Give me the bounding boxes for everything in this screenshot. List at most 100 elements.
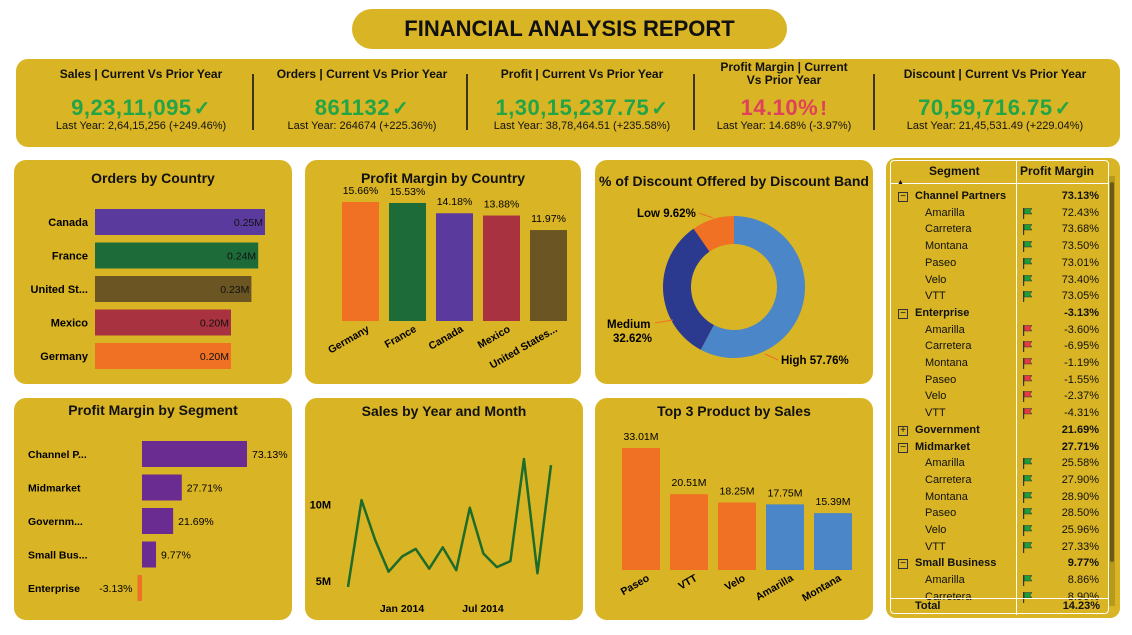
- data-label: 0.20M: [200, 351, 229, 363]
- row-value: -4.31%: [1064, 407, 1099, 420]
- category-label: Governm...: [28, 516, 83, 528]
- bar[interactable]: [142, 441, 247, 467]
- product-row[interactable]: Amarilla 8.86%: [891, 572, 1107, 589]
- data-label: 33.01M: [623, 431, 658, 443]
- collapse-icon[interactable]: −: [898, 192, 908, 202]
- sales-line[interactable]: [346, 457, 553, 588]
- product-row[interactable]: VTT 27.33%: [891, 539, 1107, 556]
- product-row[interactable]: Amarilla 72.43%: [891, 205, 1107, 222]
- green-flag-icon: [1023, 291, 1033, 303]
- leader-line: [654, 319, 674, 324]
- product-row[interactable]: Velo -2.37%: [891, 388, 1107, 405]
- row-label: VTT: [925, 290, 946, 303]
- data-label: -3.13%: [99, 583, 132, 595]
- column-header-segment[interactable]: Segment: [929, 164, 980, 178]
- green-flag-icon: [1023, 207, 1033, 219]
- green-flag-icon: [1023, 458, 1033, 470]
- row-label: Velo: [925, 273, 947, 286]
- segment-group-row[interactable]: − Channel Partners 73.13%: [891, 188, 1107, 205]
- kpi-sales[interactable]: Sales | Current Vs Prior Year 9,23,11,09…: [28, 59, 254, 147]
- category-label: Montana: [800, 572, 844, 604]
- bar[interactable]: [436, 213, 473, 321]
- product-row[interactable]: Carretera 73.68%: [891, 221, 1107, 238]
- slice-label: Low 9.62%: [637, 208, 696, 220]
- bar[interactable]: [342, 202, 379, 321]
- discount-band-panel: % of Discount Offered by Discount Band H…: [595, 160, 873, 384]
- product-row[interactable]: Carretera -6.95%: [891, 338, 1107, 355]
- top-product-panel: Top 3 Product by Sales 33.01M Paseo 20.51M…: [595, 398, 873, 620]
- green-flag-icon: [1023, 274, 1033, 286]
- bar[interactable]: [766, 504, 804, 570]
- bar[interactable]: [142, 508, 174, 534]
- check-icon: ✓: [651, 98, 669, 120]
- product-row[interactable]: Velo 25.96%: [891, 522, 1107, 539]
- kpi-separator: [466, 74, 468, 130]
- bar[interactable]: [622, 448, 660, 570]
- kpi-profit[interactable]: Profit | Current Vs Prior Year 1,30,15,2…: [472, 59, 692, 147]
- bar[interactable]: [142, 474, 182, 501]
- row-value: 73.50%: [1061, 240, 1099, 253]
- row-value: 27.33%: [1061, 540, 1099, 553]
- header-divider: [891, 183, 1108, 184]
- segment-group-row[interactable]: − Midmarket 27.71%: [891, 439, 1107, 456]
- y-tick-label: 5M: [316, 576, 331, 588]
- row-label: Carretera: [925, 473, 972, 486]
- sales-by-year-month-panel: Sales by Year and Month 10M 5M Jan 2014 Jul…: [305, 398, 583, 620]
- bar[interactable]: [389, 202, 426, 321]
- category-label: United St...: [31, 284, 88, 296]
- product-row[interactable]: Velo 73.40%: [891, 272, 1107, 289]
- data-label: 11.97%: [531, 213, 566, 225]
- bar[interactable]: [483, 215, 520, 321]
- category-label: VTT: [676, 572, 700, 593]
- column-header-profit-margin[interactable]: Profit Margin: [1020, 164, 1094, 178]
- product-row[interactable]: VTT -4.31%: [891, 405, 1107, 422]
- product-row[interactable]: Montana 28.90%: [891, 489, 1107, 506]
- segment-group-row[interactable]: + Government 21.69%: [891, 422, 1107, 439]
- data-label: 18.25M: [719, 486, 754, 498]
- kpi-orders[interactable]: Orders | Current Vs Prior Year 861132 ✓ L…: [262, 59, 462, 147]
- category-label: Channel P...: [28, 449, 87, 461]
- bar[interactable]: [670, 494, 708, 570]
- product-row[interactable]: VTT 73.05%: [891, 288, 1107, 305]
- row-label: Montana: [925, 240, 968, 253]
- collapse-icon[interactable]: −: [898, 308, 908, 319]
- category-label: Midmarket: [28, 483, 81, 495]
- kpi-last-year: Last Year: 38,78,464.51 (+235.58%): [493, 120, 671, 132]
- product-row[interactable]: Montana -1.19%: [891, 355, 1107, 372]
- scrollbar-thumb[interactable]: [1110, 182, 1114, 562]
- product-row[interactable]: Amarilla -3.60%: [891, 322, 1107, 339]
- product-row[interactable]: Amarilla 25.58%: [891, 455, 1107, 472]
- product-row[interactable]: Carretera 27.90%: [891, 472, 1107, 489]
- row-value: 8.86%: [1067, 574, 1099, 587]
- sort-asc-icon[interactable]: ▲: [897, 179, 904, 186]
- bar[interactable]: [718, 502, 756, 570]
- row-label: Velo: [925, 524, 947, 536]
- product-row[interactable]: Paseo 73.01%: [891, 255, 1107, 272]
- product-row[interactable]: Montana 73.50%: [891, 238, 1107, 255]
- product-row[interactable]: Paseo -1.55%: [891, 372, 1107, 389]
- product-row[interactable]: Paseo 28.50%: [891, 505, 1107, 522]
- kpi-value: 861132: [314, 95, 390, 120]
- kpi-profit-margin[interactable]: Profit Margin | Current Vs Prior Year 14…: [699, 59, 869, 147]
- total-label: Total: [915, 600, 941, 612]
- collapse-icon[interactable]: −: [898, 559, 908, 570]
- collapse-icon[interactable]: −: [898, 442, 908, 453]
- row-value: 25.96%: [1061, 524, 1099, 536]
- kpi-discount[interactable]: Discount | Current Vs Prior Year 70,59,7…: [882, 59, 1108, 147]
- total-value: 14.23%: [1062, 600, 1100, 612]
- category-label: Small Bus...: [28, 550, 88, 562]
- report-title: FINANCIAL ANALYSIS REPORT: [352, 9, 787, 49]
- segment-group-row[interactable]: − Enterprise -3.13%: [891, 305, 1107, 322]
- green-flag-icon: [1023, 575, 1033, 587]
- data-label: 0.20M: [200, 318, 229, 330]
- bar[interactable]: [137, 575, 142, 601]
- bar[interactable]: [142, 541, 157, 568]
- bar[interactable]: [814, 513, 852, 570]
- expand-icon[interactable]: +: [898, 425, 908, 436]
- row-value: 28.90%: [1061, 490, 1099, 503]
- row-value: -2.37%: [1064, 390, 1099, 403]
- category-label: Germany: [40, 351, 89, 363]
- bar[interactable]: [530, 230, 567, 321]
- slice-label: High 57.76%: [781, 355, 849, 367]
- segment-group-row[interactable]: − Small Business 9.77%: [891, 555, 1107, 572]
